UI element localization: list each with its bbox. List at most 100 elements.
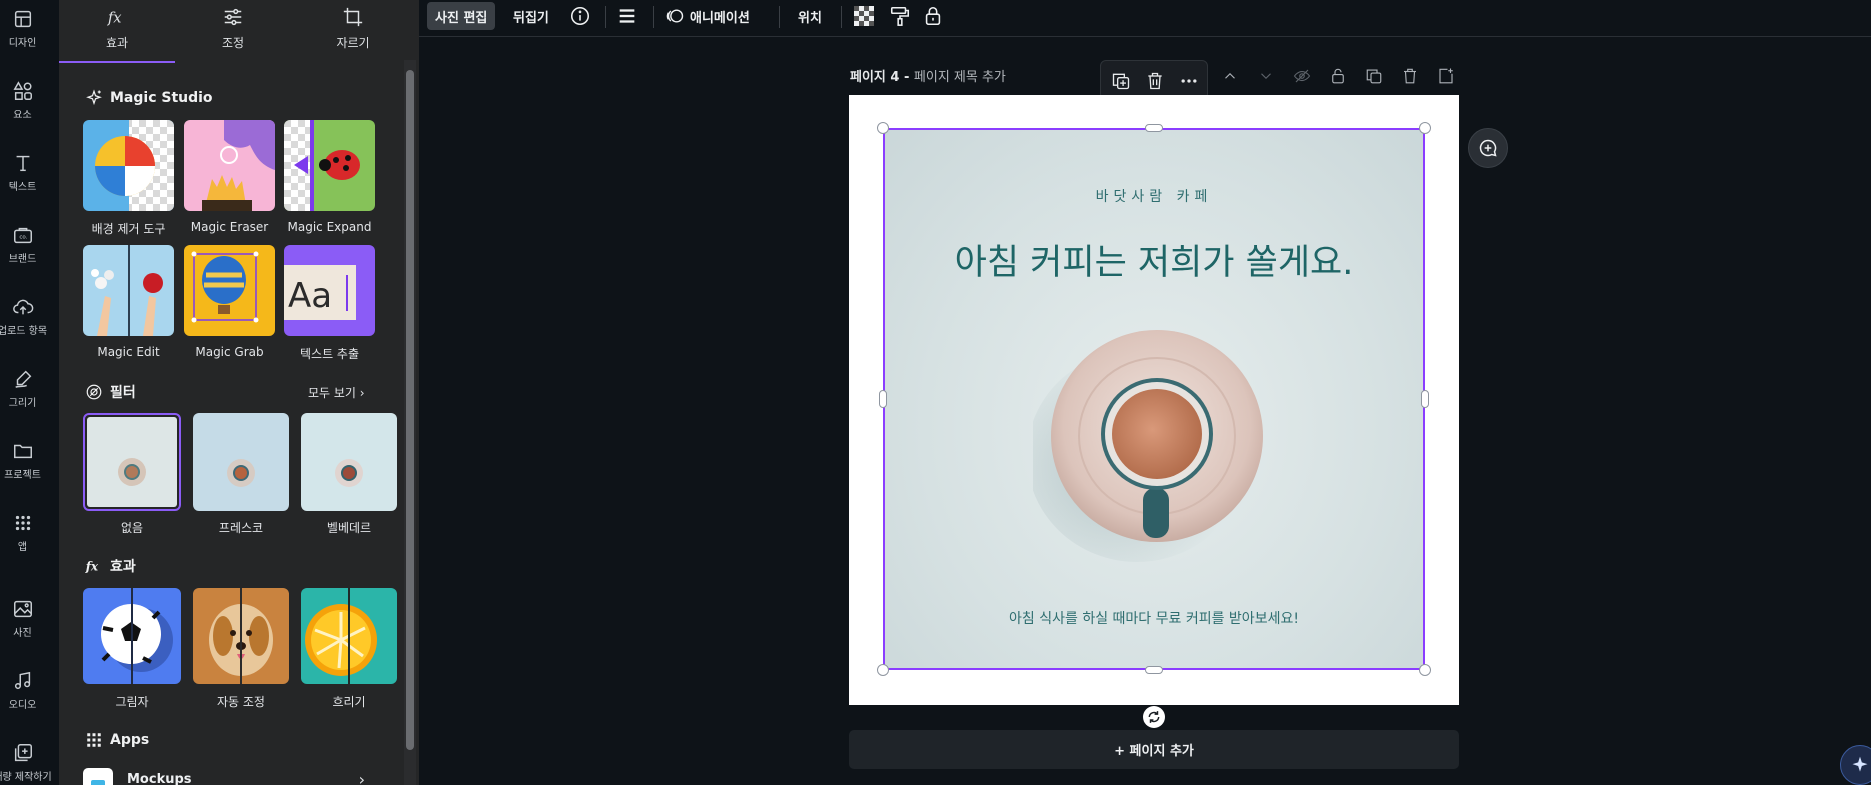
rail-item-apps[interactable]: 앱	[0, 506, 45, 566]
tool-label: Magic Expand	[287, 220, 372, 234]
element-floating-toolbar	[1100, 60, 1208, 100]
add-page-button[interactable]: + 페이지 추가	[849, 730, 1459, 769]
effect-blur[interactable]	[301, 588, 397, 684]
rail-item-text[interactable]: 텍스트	[0, 146, 45, 206]
resize-handle-bottom[interactable]	[1145, 666, 1163, 674]
tool-magic-edit[interactable]	[83, 245, 174, 336]
resize-handle-top-left[interactable]	[877, 122, 889, 134]
rail-item-audio[interactable]: 오디오	[0, 664, 45, 724]
rail-label: 요소	[13, 110, 32, 121]
filter-fresco[interactable]	[193, 413, 289, 511]
selection-outline	[883, 128, 1425, 670]
brand-icon: co.	[13, 227, 32, 244]
resize-handle-left[interactable]	[879, 390, 887, 408]
crop-icon	[343, 7, 363, 27]
add-comment-button[interactable]	[1468, 128, 1508, 168]
effects-panel: fx 효과 조정 자르기 Magic Studio 배경 제거 도구 Magic…	[59, 0, 419, 785]
app-item-mockups[interactable]: Mockups ›	[83, 768, 393, 785]
flip-button[interactable]: 뒤집기	[513, 2, 549, 30]
apps-icon	[87, 733, 101, 747]
tool-label: 배경 제거 도구	[91, 222, 166, 236]
animate-button[interactable]: 애니메이션	[665, 2, 750, 30]
rail-item-elements[interactable]: 요소	[0, 74, 45, 134]
tab-effects[interactable]: fx 효과	[59, 0, 175, 63]
tool-text-extract[interactable]: Aa	[284, 245, 375, 336]
resize-handle-top-right[interactable]	[1419, 122, 1431, 134]
paint-roller-icon	[890, 6, 910, 26]
tab-label: 조정	[221, 36, 245, 50]
tab-adjust[interactable]: 조정	[175, 0, 291, 63]
effects-title: fx 효과	[85, 559, 136, 575]
add-page-icon-button[interactable]	[1434, 64, 1458, 88]
trash-icon	[1404, 68, 1416, 84]
rail-label: 디자인	[8, 38, 37, 49]
move-page-down-button[interactable]	[1254, 64, 1278, 88]
rail-item-bulk-create[interactable]: 대량 제작하기	[0, 736, 52, 785]
tool-label: Magic Grab	[195, 345, 264, 359]
duplicate-icon	[1366, 69, 1382, 84]
trash-icon	[1148, 72, 1162, 90]
svg-text:fx: fx	[107, 10, 122, 27]
lock-button[interactable]	[922, 2, 944, 30]
animation-icon	[666, 9, 684, 23]
unlock-icon	[1332, 68, 1344, 84]
tool-magic-eraser[interactable]	[184, 120, 275, 211]
rail-item-draw[interactable]: 그리기	[0, 362, 45, 422]
effect-label: 자동 조정	[217, 695, 265, 709]
resize-handle-top[interactable]	[1145, 124, 1163, 132]
filter-none[interactable]	[83, 413, 181, 511]
apps-icon	[15, 515, 30, 531]
rail-item-upload[interactable]: 업로드 항목	[0, 290, 48, 350]
sliders-icon	[224, 8, 242, 26]
copy-style-button[interactable]	[889, 2, 911, 30]
more-options-button[interactable]	[1177, 69, 1201, 93]
tool-magic-expand[interactable]	[284, 120, 375, 211]
menu-lines-button[interactable]	[616, 2, 638, 30]
resize-handle-bottom-left[interactable]	[877, 664, 889, 676]
rail-label: 브랜드	[8, 254, 37, 265]
rail-label: 사진	[13, 628, 32, 639]
delete-element-button[interactable]	[1143, 69, 1167, 93]
transparency-button[interactable]	[854, 2, 874, 30]
effect-auto-adjust[interactable]	[193, 588, 289, 684]
move-page-up-button[interactable]	[1218, 64, 1242, 88]
filters-title: 필터	[85, 382, 136, 402]
duplicate-page-button[interactable]	[1362, 64, 1386, 88]
edit-photo-button[interactable]: 사진 편집	[427, 2, 496, 30]
hide-page-button[interactable]	[1290, 64, 1314, 88]
filters-see-all-link[interactable]: 모두 보기 ›	[308, 384, 365, 401]
filter-belvedere[interactable]	[301, 413, 397, 511]
info-button[interactable]	[569, 2, 591, 30]
left-rail: 디자인 요소 텍스트 co. 브랜드 업로드 항목 그리기 프로젝트 앱 사진 …	[0, 0, 59, 785]
audio-icon	[14, 671, 30, 690]
panel-scrollbar-thumb[interactable]	[406, 70, 414, 750]
lock-page-button[interactable]	[1326, 64, 1350, 88]
chevron-down-icon	[1261, 73, 1271, 80]
toolbar-divider	[779, 6, 780, 28]
rail-item-projects[interactable]: 프로젝트	[0, 434, 45, 494]
rail-item-photos[interactable]: 사진	[0, 592, 45, 652]
add-page-icon	[1439, 68, 1453, 84]
rail-item-design[interactable]: 디자인	[0, 2, 45, 62]
tool-bg-remover[interactable]	[83, 120, 174, 211]
rail-label: 업로드 항목	[0, 326, 48, 337]
effect-shadow[interactable]	[83, 588, 181, 684]
more-dots-icon	[1181, 79, 1197, 83]
magic-assistant-button[interactable]	[1840, 745, 1871, 785]
resize-handle-right[interactable]	[1421, 390, 1429, 408]
folder-icon	[13, 444, 32, 459]
rail-label: 텍스트	[8, 182, 37, 193]
page-title[interactable]: 페이지 4 - 페이지 제목 추가	[850, 66, 1006, 85]
rotate-handle[interactable]	[1143, 706, 1165, 728]
duplicate-icon	[1112, 73, 1130, 90]
duplicate-element-button[interactable]	[1109, 69, 1133, 93]
info-icon	[570, 6, 590, 26]
position-button[interactable]: 위치	[798, 2, 822, 30]
fx-icon: fx	[85, 560, 99, 574]
tool-magic-grab[interactable]	[184, 245, 275, 336]
tab-crop[interactable]: 자르기	[295, 0, 411, 63]
design-page[interactable]: 바닷사람 카페 아침 커피는 저희가 쏠게요. 아침 식사를 하실 때마다 무료…	[849, 95, 1459, 705]
delete-page-button[interactable]	[1398, 64, 1422, 88]
rail-item-brand[interactable]: co. 브랜드	[0, 218, 45, 278]
resize-handle-bottom-right[interactable]	[1419, 664, 1431, 676]
